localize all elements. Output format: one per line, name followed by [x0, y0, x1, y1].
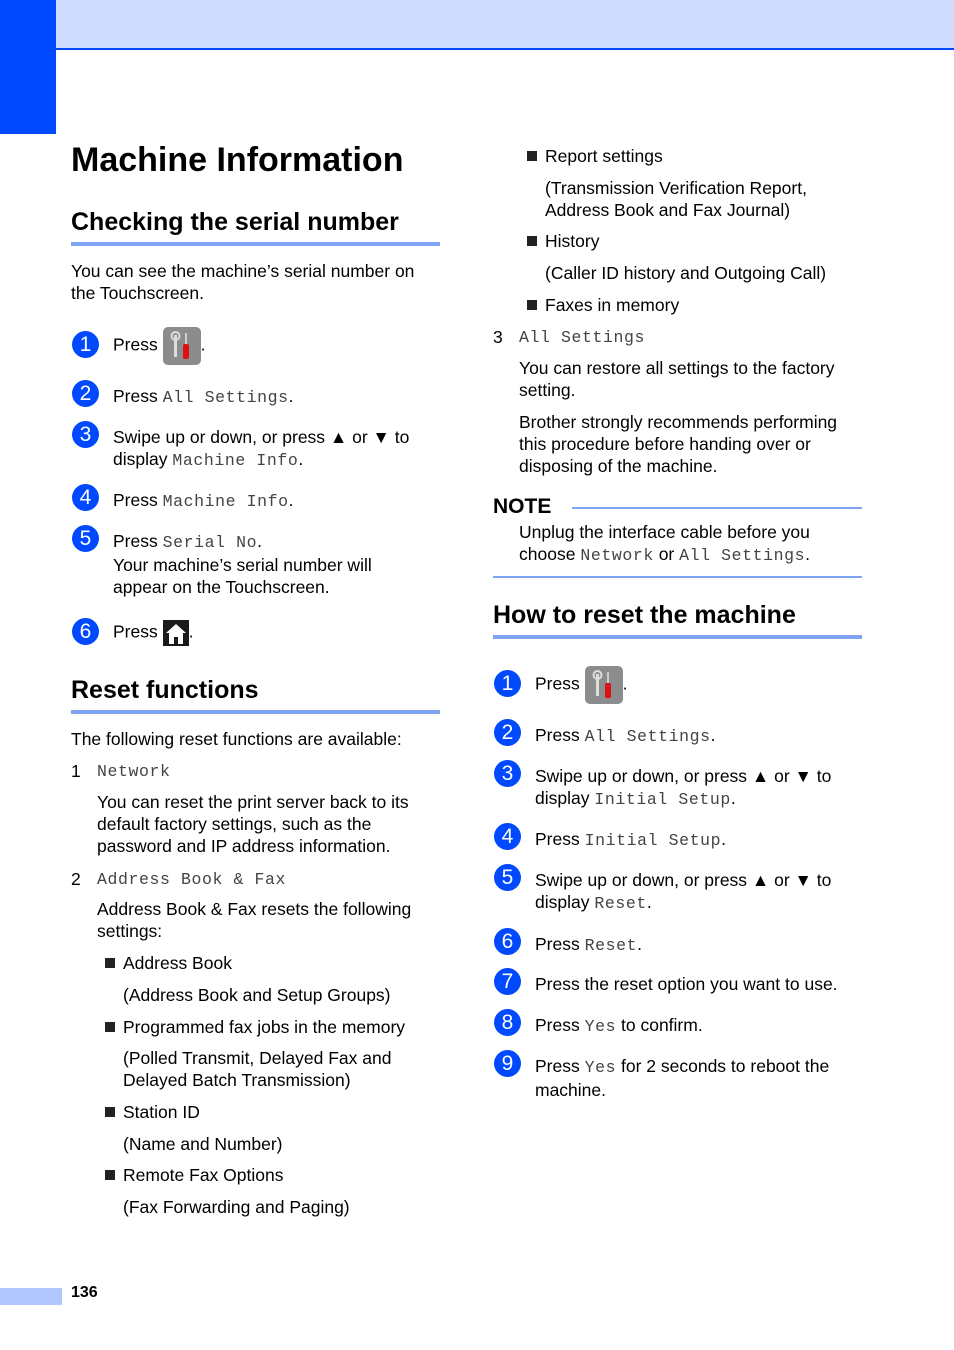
menu-option: Initial Setup [594, 790, 731, 809]
reset-item-name: All Settings [519, 328, 646, 347]
step-badge: 3 [494, 760, 521, 787]
bullet-item: Remote Fax Options [105, 1164, 283, 1186]
reset-item-desc: Address Book & Fax resets the following … [97, 899, 412, 941]
step-badge: 2 [72, 380, 99, 407]
menu-option: All Settings [162, 388, 289, 407]
step-badge: 1 [494, 670, 521, 697]
note-title: NOTE [493, 495, 552, 518]
menu-option: Machine Info [172, 451, 299, 470]
step-text: Press . [535, 666, 627, 704]
tools-icon [162, 327, 201, 365]
menu-option: Serial No [162, 533, 258, 552]
step-badge: 1 [72, 331, 99, 358]
menu-option: Yes [584, 1017, 617, 1036]
bullet-detail: (Polled Transmit, Delayed Fax and Delaye… [123, 1048, 392, 1090]
step-badge: 3 [72, 421, 99, 448]
home-icon [162, 620, 189, 646]
bullet-item: Address Book [105, 952, 232, 974]
step-text: Press Serial No. Your machine’s serial n… [113, 531, 372, 597]
bullet-item: Station ID [105, 1101, 200, 1123]
page-title: Machine Information [71, 141, 404, 179]
step-text: Press Yes to confirm. [535, 1015, 703, 1036]
reset-intro: The following reset functions are availa… [71, 729, 402, 749]
step-text: Press . [113, 620, 193, 646]
serial-intro: You can see the machine’s serial number … [71, 261, 415, 303]
reset-item-number: 1 [71, 761, 81, 781]
note-rule-top [572, 507, 862, 509]
reset-item-number: 2 [71, 869, 81, 889]
menu-option: All Settings [584, 727, 711, 746]
step-badge: 6 [494, 928, 521, 955]
menu-option: Reset [594, 894, 647, 913]
step-badge: 5 [494, 864, 521, 891]
step-badge: 5 [72, 525, 99, 552]
note-body: Unplug the interface cable before you ch… [519, 522, 811, 565]
section-rule [493, 635, 862, 639]
menu-option: All Settings [679, 546, 806, 565]
bullet-detail: (Fax Forwarding and Paging) [123, 1197, 350, 1217]
tools-icon [584, 666, 623, 704]
bullet-detail: (Caller ID history and Outgoing Call) [545, 263, 827, 283]
footer-tab [0, 1288, 62, 1305]
step-text: Press All Settings. [535, 725, 716, 746]
section-heading-reset: Reset functions [71, 676, 259, 704]
step-text: Swipe up or down, or press ▲ or ▼ to dis… [535, 870, 832, 913]
step-text: Swipe up or down, or press ▲ or ▼ to dis… [113, 427, 410, 470]
step-badge: 8 [494, 1009, 521, 1036]
step-text: Swipe up or down, or press ▲ or ▼ to dis… [535, 766, 832, 809]
step-badge: 4 [72, 484, 99, 511]
reset-item-desc: You can restore all settings to the fact… [519, 358, 838, 476]
step-text: Press the reset option you want to use. [535, 974, 838, 994]
reset-item-number: 3 [493, 327, 503, 347]
menu-option: Machine Info [162, 492, 289, 511]
bullet-detail: (Address Book and Setup Groups) [123, 985, 391, 1005]
menu-option: Reset [584, 936, 638, 955]
bullet-detail: (Name and Number) [123, 1134, 283, 1154]
menu-option: Yes [584, 1058, 617, 1077]
step-badge: 9 [494, 1050, 521, 1077]
chapter-tab [0, 0, 56, 134]
note-rule-bottom [493, 576, 862, 578]
bullet-detail: (Transmission Verification Report, Addre… [545, 178, 807, 220]
bullet-item: Programmed fax jobs in the memory [105, 1016, 405, 1038]
bullet-item: Faxes in memory [527, 294, 679, 316]
step-text: Press Machine Info. [113, 490, 294, 511]
section-heading-howto: How to reset the machine [493, 601, 796, 629]
step-text: Press . [113, 327, 205, 365]
step-badge: 6 [72, 618, 99, 645]
step-badge: 2 [494, 719, 521, 746]
step-label: Press [113, 334, 158, 355]
header-band [56, 0, 954, 48]
header-rule [56, 48, 954, 50]
page-number: 136 [71, 1284, 98, 1301]
step-text: Press All Settings. [113, 386, 294, 407]
bullet-item: History [527, 230, 599, 252]
menu-option: Network [580, 546, 654, 565]
reset-item-desc: You can reset the print server back to i… [97, 792, 409, 856]
step-text: Press Yes for 2 seconds to reboot the ma… [535, 1056, 830, 1100]
reset-item-name: Address Book & Fax [97, 870, 287, 889]
step-text: Press Reset. [535, 934, 642, 955]
section-heading-serial: Checking the serial number [71, 208, 399, 236]
step-badge: 7 [494, 968, 521, 995]
reset-item-name: Network [97, 762, 171, 781]
section-rule [71, 710, 440, 714]
step-text: Press Initial Setup. [535, 829, 727, 850]
section-rule [71, 242, 440, 246]
step-badge: 4 [494, 823, 521, 850]
bullet-item: Report settings [527, 145, 663, 167]
menu-option: Initial Setup [584, 831, 722, 850]
